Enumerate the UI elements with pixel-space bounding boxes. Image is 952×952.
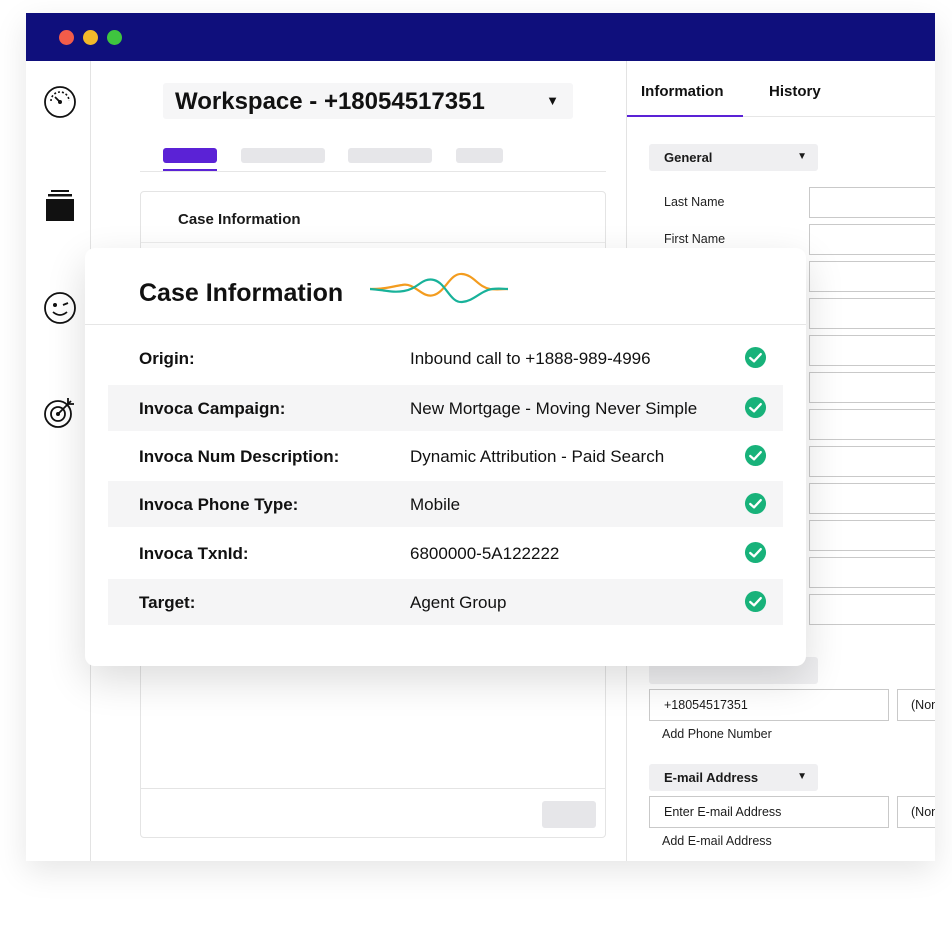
row-label: Invoca TxnId:: [139, 544, 249, 563]
title-bar: [26, 13, 935, 61]
form-field[interactable]: [809, 261, 935, 292]
tab-history[interactable]: History: [769, 83, 821, 100]
tab-placeholder[interactable]: [348, 148, 432, 163]
add-email-address-link[interactable]: Add E-mail Address: [662, 834, 772, 848]
audio-wave-icon: [370, 272, 508, 304]
workspace-title: Workspace - +18054517351: [175, 88, 485, 115]
form-field[interactable]: [809, 446, 935, 477]
chevron-down-icon: ▼: [797, 771, 807, 782]
row-label: Origin:: [139, 349, 195, 368]
workspace-selector[interactable]: Workspace - +18054517351 ▼: [163, 83, 573, 119]
last-name-label: Last Name: [664, 195, 725, 209]
case-row-target: Target: Agent Group: [108, 579, 783, 625]
form-field[interactable]: [809, 594, 935, 625]
email-type-dropdown[interactable]: E-mail Address ▼: [649, 764, 818, 791]
form-field[interactable]: [809, 298, 935, 329]
row-value: Agent Group: [410, 593, 507, 612]
form-field[interactable]: [809, 520, 935, 551]
tab-information[interactable]: Information: [641, 83, 724, 100]
row-label: Target:: [139, 593, 196, 612]
row-value: Dynamic Attribution - Paid Search: [410, 447, 665, 466]
card-title: Case Information: [139, 279, 344, 307]
case-row-phone-type: Invoca Phone Type: Mobile: [108, 481, 783, 527]
check-icon: [744, 346, 767, 369]
email-placeholder: Enter E-mail Address: [664, 805, 782, 819]
add-phone-number-link[interactable]: Add Phone Number: [662, 727, 772, 741]
first-name-field[interactable]: [809, 224, 935, 255]
phone-number-input[interactable]: +18054517351: [649, 689, 889, 721]
chevron-down-icon: ▼: [797, 151, 807, 162]
case-panel-title: Case Information: [178, 211, 301, 228]
tabs-divider: [140, 171, 606, 172]
email-type-select[interactable]: (Non: [897, 796, 935, 828]
form-field[interactable]: [809, 335, 935, 366]
check-icon: [744, 492, 767, 515]
form-field[interactable]: [809, 483, 935, 514]
row-value: 6800000-5A122222: [410, 544, 560, 563]
form-field[interactable]: [809, 372, 935, 403]
case-row-num-description: Invoca Num Description: Dynamic Attribut…: [108, 433, 783, 479]
maximize-window-button[interactable]: [107, 30, 122, 45]
divider: [141, 788, 605, 789]
check-icon: [744, 590, 767, 613]
divider: [141, 242, 605, 243]
row-value: Inbound call to +1888-989-4996: [410, 349, 651, 368]
case-row-txnid: Invoca TxnId: 6800000-5A122222: [108, 530, 783, 576]
dropdown-label: General: [664, 150, 713, 165]
email-type-value: (Non: [911, 805, 935, 819]
row-label: Invoca Num Description:: [139, 447, 340, 466]
row-label: Invoca Phone Type:: [139, 495, 299, 514]
case-row-origin: Origin: Inbound call to +1888-989-4996: [108, 335, 783, 381]
chevron-down-icon: ▼: [546, 93, 559, 108]
submit-button[interactable]: [542, 801, 596, 828]
tab-placeholder[interactable]: [241, 148, 325, 163]
row-value: Mobile: [410, 495, 461, 514]
last-name-field[interactable]: [809, 187, 935, 218]
case-row-campaign: Invoca Campaign: New Mortgage - Moving N…: [108, 385, 783, 431]
form-field[interactable]: [809, 557, 935, 588]
check-icon: [744, 444, 767, 467]
row-value: New Mortgage - Moving Never Simple: [410, 399, 698, 418]
phone-type-value: (Non: [911, 698, 935, 712]
first-name-label: First Name: [664, 232, 726, 246]
general-dropdown[interactable]: General ▼: [649, 144, 818, 171]
close-window-button[interactable]: [59, 30, 74, 45]
dashboard-gauge-icon[interactable]: [43, 85, 77, 119]
active-tab-indicator: [627, 115, 743, 117]
wink-face-icon[interactable]: [43, 291, 77, 325]
case-information-card: Case Information Origin: Inbound call to…: [85, 248, 806, 666]
dropdown-label: E-mail Address: [664, 770, 759, 785]
email-input[interactable]: Enter E-mail Address: [649, 796, 889, 828]
phone-type-select[interactable]: (Non: [897, 689, 935, 721]
target-icon[interactable]: [43, 395, 77, 429]
active-tab-indicator: [163, 169, 217, 171]
phone-number-value: +18054517351: [664, 698, 748, 712]
divider: [85, 324, 806, 325]
tab-active[interactable]: [163, 148, 217, 163]
row-label: Invoca Campaign:: [139, 399, 286, 418]
minimize-window-button[interactable]: [83, 30, 98, 45]
tab-placeholder[interactable]: [456, 148, 503, 163]
stack-icon[interactable]: [43, 188, 77, 222]
sidebar: [26, 61, 91, 861]
form-field[interactable]: [809, 409, 935, 440]
check-icon: [744, 396, 767, 419]
check-icon: [744, 541, 767, 564]
